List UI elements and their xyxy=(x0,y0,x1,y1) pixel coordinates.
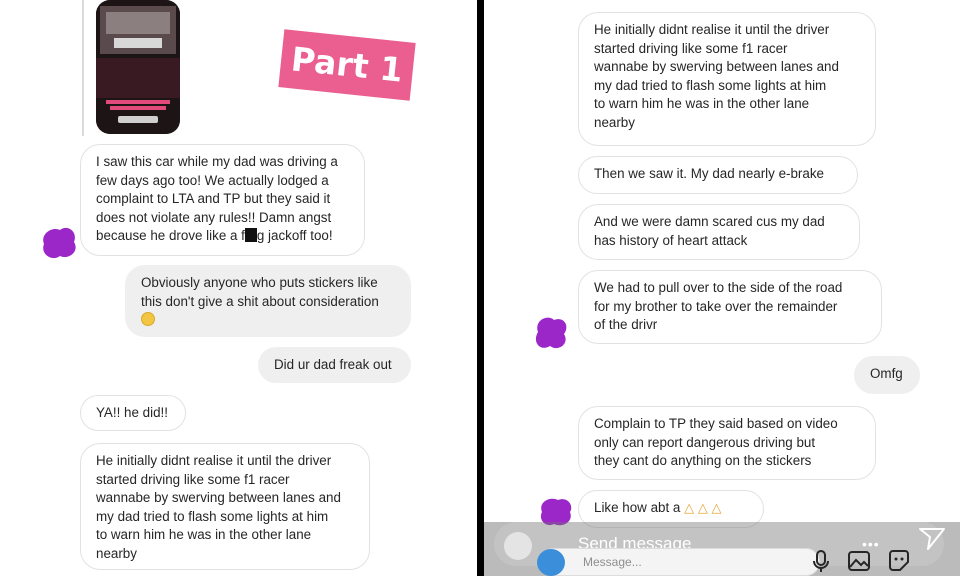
message-text: And we were damn scared cus my dad has h… xyxy=(594,214,825,248)
camera-icon[interactable] xyxy=(537,549,565,576)
thumbs-up-emoji-icon: △ xyxy=(697,500,708,515)
sticker-icon[interactable] xyxy=(886,548,912,574)
incoming-message[interactable]: He initially didnt realise it until the … xyxy=(80,443,370,570)
outgoing-message[interactable]: Omfg xyxy=(854,356,920,394)
gallery-icon[interactable] xyxy=(846,548,872,574)
message-text: We had to pull over to the side of the r… xyxy=(594,280,843,332)
message-text: Complain to TP they said based on video … xyxy=(594,416,838,468)
story-reply-quote-bar xyxy=(82,0,84,136)
incoming-message[interactable]: We had to pull over to the side of the r… xyxy=(578,270,882,344)
left-chat-screenshot: Part 1 I saw this car while my dad was d… xyxy=(0,0,477,576)
message-text: He initially didnt realise it until the … xyxy=(594,22,839,130)
incoming-message[interactable]: Then we saw it. My dad nearly e-brake xyxy=(578,156,858,194)
message-text: Then we saw it. My dad nearly e-brake xyxy=(594,166,824,181)
smile-emoji-icon xyxy=(141,312,155,326)
camera-icon[interactable] xyxy=(504,532,532,560)
message-input-placeholder: Message... xyxy=(583,555,642,569)
message-input[interactable] xyxy=(540,548,820,576)
part-stamp: Part 1 xyxy=(278,29,416,101)
message-text: g jackoff too! xyxy=(256,228,333,243)
incoming-message[interactable]: YA!! he did!! xyxy=(80,395,186,431)
scribbled-avatar-icon xyxy=(535,317,567,349)
incoming-message[interactable]: He initially didnt realise it until the … xyxy=(578,12,876,146)
outgoing-message[interactable]: Obviously anyone who puts stickers like … xyxy=(125,265,411,337)
thumbs-up-emoji-icon: △ xyxy=(684,500,695,515)
message-text: Like how abt a xyxy=(594,500,685,515)
outgoing-message[interactable]: Did ur dad freak out xyxy=(258,347,411,383)
scribbled-avatar-icon xyxy=(43,227,76,259)
censor-block xyxy=(244,228,257,242)
story-thumbnail[interactable] xyxy=(96,0,180,134)
message-text: Did ur dad freak out xyxy=(274,357,392,372)
panel-divider xyxy=(477,0,484,576)
right-chat-screenshot: He initially didnt realise it until the … xyxy=(484,0,960,576)
message-text: Omfg xyxy=(870,366,903,381)
incoming-message[interactable]: I saw this car while my dad was driving … xyxy=(80,144,365,256)
incoming-message[interactable]: And we were damn scared cus my dad has h… xyxy=(578,204,860,260)
message-text: Obviously anyone who puts stickers like … xyxy=(141,275,379,309)
mic-icon[interactable] xyxy=(808,548,834,574)
message-text: He initially didnt realise it until the … xyxy=(96,453,341,561)
incoming-message[interactable]: Complain to TP they said based on video … xyxy=(578,406,876,480)
thumbs-up-emoji-icon: △ xyxy=(711,500,722,515)
send-icon[interactable] xyxy=(918,527,946,553)
message-text: YA!! he did!! xyxy=(96,405,168,420)
